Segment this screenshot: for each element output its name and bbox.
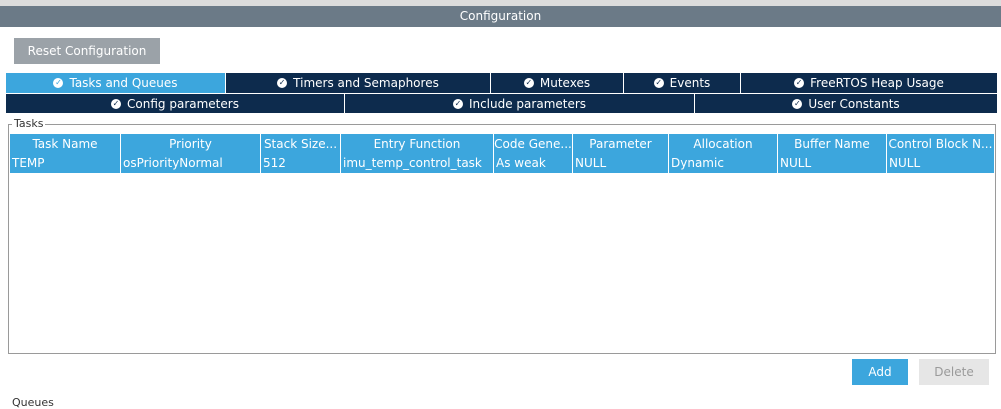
cell-parameter: NULL bbox=[573, 154, 669, 173]
check-icon: ✓ bbox=[111, 98, 122, 109]
tab-label: Tasks and Queues bbox=[69, 76, 178, 90]
tab-mutexes[interactable]: ✓ Mutexes bbox=[491, 73, 624, 93]
tasks-group-label: Tasks bbox=[12, 117, 46, 130]
tab-label: Mutexes bbox=[539, 76, 591, 90]
tasks-table: Task Name Priority Stack Size... Entry F… bbox=[10, 134, 995, 173]
tab-row-1: ✓ Tasks and Queues ✓ Timers and Semaphor… bbox=[6, 73, 997, 93]
tab-label: Events bbox=[669, 76, 711, 90]
column-header-stack-size[interactable]: Stack Size... bbox=[261, 134, 341, 154]
tab-row-2: ✓ Config parameters ✓ Include parameters… bbox=[6, 94, 997, 113]
cell-control-block-name: NULL bbox=[887, 154, 995, 173]
cell-priority: osPriorityNormal bbox=[121, 154, 261, 173]
column-header-code-generation[interactable]: Code Gene... bbox=[494, 134, 573, 154]
cell-buffer-name: NULL bbox=[778, 154, 887, 173]
cell-allocation: Dynamic bbox=[669, 154, 778, 173]
column-header-priority[interactable]: Priority bbox=[121, 134, 261, 154]
reset-configuration-button[interactable]: Reset Configuration bbox=[14, 38, 160, 64]
check-icon: ✓ bbox=[792, 98, 803, 109]
tab-user-constants[interactable]: ✓ User Constants bbox=[695, 94, 997, 113]
queues-group-label: Queues bbox=[12, 396, 54, 409]
tab-label: User Constants bbox=[808, 96, 900, 111]
cell-task-name: TEMP bbox=[10, 154, 121, 173]
tab-timers-and-semaphores[interactable]: ✓ Timers and Semaphores bbox=[226, 73, 491, 93]
tab-label: Config parameters bbox=[127, 96, 239, 111]
cell-stack-size: 512 bbox=[261, 154, 341, 173]
column-header-parameter[interactable]: Parameter bbox=[573, 134, 669, 154]
column-header-allocation[interactable]: Allocation bbox=[669, 134, 778, 154]
delete-task-button[interactable]: Delete bbox=[919, 359, 989, 385]
tab-events[interactable]: ✓ Events bbox=[624, 73, 741, 93]
check-icon: ✓ bbox=[794, 78, 805, 88]
add-task-button[interactable]: Add bbox=[852, 359, 908, 385]
tab-label: FreeRTOS Heap Usage bbox=[810, 76, 944, 90]
check-icon: ✓ bbox=[653, 78, 664, 88]
window-title: Configuration bbox=[0, 6, 1001, 27]
tab-freertos-heap-usage[interactable]: ✓ FreeRTOS Heap Usage bbox=[741, 73, 997, 93]
column-header-buffer-name[interactable]: Buffer Name bbox=[778, 134, 887, 154]
column-header-control-block-name[interactable]: Control Block N... bbox=[887, 134, 995, 154]
table-row[interactable]: TEMP osPriorityNormal 512 imu_temp_contr… bbox=[10, 154, 995, 173]
tab-label: Include parameters bbox=[468, 96, 587, 111]
check-icon: ✓ bbox=[452, 98, 463, 109]
cell-code-generation: As weak bbox=[494, 154, 573, 173]
cell-entry-function: imu_temp_control_task bbox=[341, 154, 494, 173]
table-header: Task Name Priority Stack Size... Entry F… bbox=[10, 134, 995, 154]
check-icon: ✓ bbox=[53, 78, 64, 88]
tab-label: Timers and Semaphores bbox=[293, 76, 439, 90]
column-header-task-name[interactable]: Task Name bbox=[10, 134, 121, 154]
tab-include-parameters[interactable]: ✓ Include parameters bbox=[345, 94, 695, 113]
check-icon: ✓ bbox=[277, 78, 288, 88]
tab-config-parameters[interactable]: ✓ Config parameters bbox=[6, 94, 345, 113]
column-header-entry-function[interactable]: Entry Function bbox=[341, 134, 494, 154]
tab-tasks-and-queues[interactable]: ✓ Tasks and Queues bbox=[6, 73, 226, 93]
check-icon: ✓ bbox=[523, 78, 534, 88]
